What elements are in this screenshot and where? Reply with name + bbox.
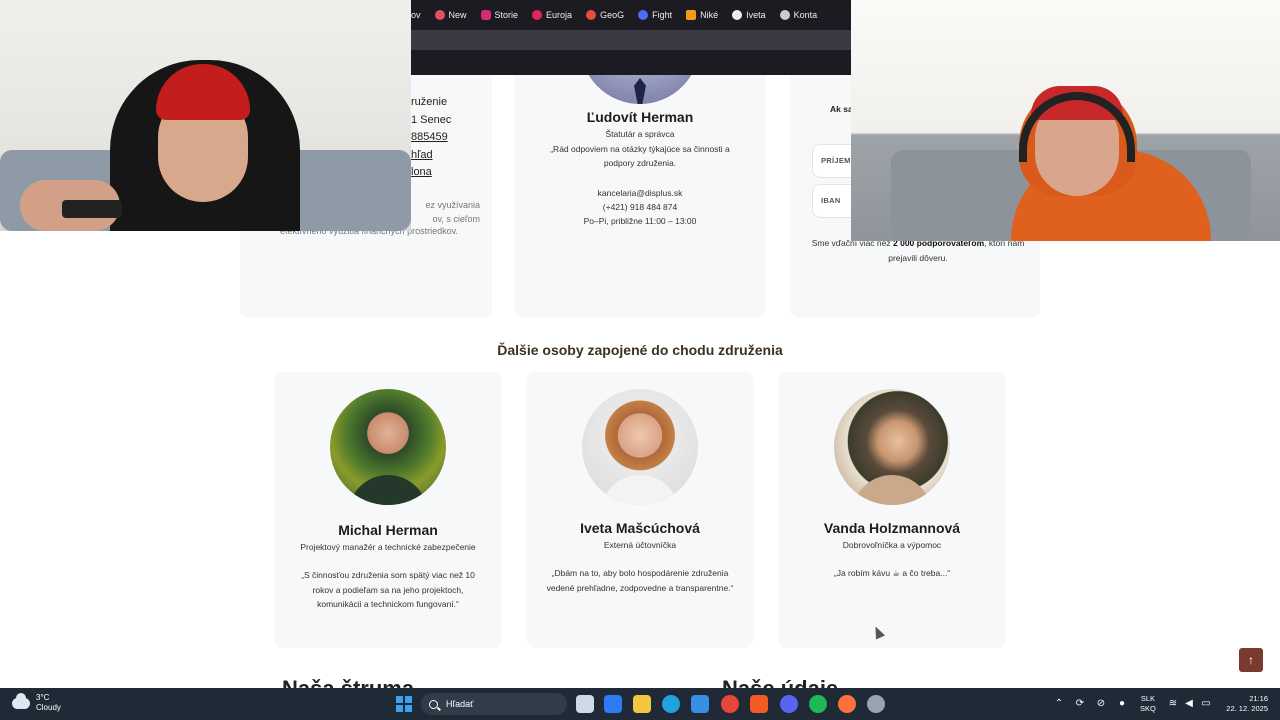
person-card: Vanda Holzmannová Dobrovoľníčka a výpomo… <box>778 372 1006 648</box>
task-view-icon[interactable] <box>576 695 594 713</box>
photos-icon[interactable] <box>691 695 709 713</box>
bookmark-icon <box>638 10 649 20</box>
bookmark-icon <box>779 10 790 20</box>
brave-icon[interactable] <box>750 695 768 713</box>
webcam-right <box>851 0 1280 241</box>
phone-link[interactable]: (+421) 918 484 874 <box>514 200 766 214</box>
network-off-icon[interactable]: ⊘ <box>1095 698 1107 710</box>
bookmark[interactable]: GeoG <box>586 10 624 20</box>
weather-desc: Cloudy <box>36 703 61 712</box>
browser-tab-strip <box>411 30 851 50</box>
bottom-heading: Naša štruma <box>282 676 414 688</box>
person-card: Michal Herman Projektový manažér a techn… <box>274 372 502 648</box>
bookmarks-bar: ov New Storie Euroja GeoG Fight Niké Ive… <box>411 0 851 30</box>
clock[interactable]: 21:16 22. 12. 2025 <box>1218 694 1268 714</box>
webcam-left <box>0 0 411 231</box>
bookmark-label: Euroja <box>546 10 573 20</box>
scroll-to-top-button[interactable]: ↑ <box>1239 648 1263 672</box>
bookmark-label: GeoG <box>600 10 625 20</box>
avatar <box>834 389 950 505</box>
section-title: Ďalšie osoby zapojené do chodu združenia <box>497 342 783 358</box>
person-role: Externá účtovníčka <box>603 540 677 550</box>
person-name: Michal Herman <box>338 522 438 538</box>
person-role: Projektový manažér a technické zabezpeče… <box>300 542 476 552</box>
search-icon <box>429 699 438 709</box>
google-icon <box>732 10 743 20</box>
bookmark[interactable]: Iveta <box>732 10 766 20</box>
chrome-icon[interactable] <box>721 695 739 713</box>
person-role: Dobrovoľníčka a výpomoc <box>842 540 942 550</box>
address-line: 1 Senec <box>411 113 452 126</box>
browser-address-strip <box>411 50 851 75</box>
weather-widget[interactable]: 3°C Cloudy <box>12 692 61 713</box>
bookmark[interactable]: Fight <box>638 10 672 20</box>
instagram-icon <box>480 10 491 20</box>
contact-link[interactable]: lona <box>411 164 451 182</box>
firefox-icon[interactable] <box>838 695 856 713</box>
address-lines: ruženie 1 Senec 885459 hľad lona <box>411 94 451 182</box>
statutory-name: Ľudovít Herman <box>586 109 694 125</box>
lang-bottom: SKQ <box>1140 704 1156 713</box>
person-quote: „S činnosťou združenia som spätý viac ne… <box>301 570 475 609</box>
lang-top: SLK <box>1140 694 1156 703</box>
bookmark[interactable]: ov <box>411 10 421 20</box>
discord-icon[interactable] <box>780 695 798 713</box>
spotify-icon[interactable] <box>809 695 827 713</box>
statutory-contact: kancelaria@displus.sk (+421) 918 484 874… <box>514 186 766 228</box>
bookmark[interactable]: Konta <box>779 10 818 20</box>
bookmark-label: New <box>448 10 467 20</box>
edge-icon[interactable] <box>662 695 680 713</box>
statutory-card: Ľudovít Herman Štatutár a správca „Rád o… <box>514 0 766 318</box>
bookmark-icon <box>434 10 445 20</box>
wifi-icon[interactable]: ≋ <box>1167 698 1179 710</box>
office-hours: Po–Pi, približne 11:00 – 13:00 <box>583 216 697 226</box>
email-link[interactable]: kancelaria@displus.sk <box>514 186 766 200</box>
person-quote: „Dbám na to, aby bolo hospodárenie združ… <box>546 568 734 593</box>
cloud-icon <box>12 692 30 709</box>
store-icon[interactable] <box>604 695 622 713</box>
clock-time: 21:16 <box>1249 694 1268 703</box>
battery-icon[interactable]: ▭ <box>1200 698 1212 710</box>
bookmark-label: Iveta <box>746 10 766 20</box>
person-card: Iveta Mašcúchová Externá účtovníčka „Dbá… <box>526 372 754 648</box>
person-name: Vanda Holzmannová <box>823 520 961 536</box>
bookmark-icon <box>686 10 697 20</box>
bookmark-label: ov <box>411 10 421 20</box>
statutory-role: Štatutár a správca <box>605 129 675 139</box>
bookmark-label: Konta <box>793 10 818 20</box>
person-name: Iveta Mašcúchová <box>580 520 700 536</box>
map-link[interactable]: hľad <box>411 147 451 165</box>
phone-link[interactable]: 885459 <box>411 129 451 147</box>
bookmark[interactable]: New <box>434 10 467 20</box>
bookmark-icon <box>532 10 543 20</box>
language-indicator[interactable]: SLK SKQ <box>1140 694 1156 714</box>
chevron-up-icon[interactable]: ⌃ <box>1053 698 1065 710</box>
address-line: ruženie <box>411 96 448 108</box>
bottom-heading: Naše údaje <box>722 676 838 688</box>
file-explorer-icon[interactable] <box>633 695 651 713</box>
statutory-quote: „Rád odpoviem na otázky týkajúce sa činn… <box>550 144 730 168</box>
search-placeholder: Hľadať <box>446 699 474 709</box>
clock-date: 22. 12. 2025 <box>1226 704 1268 713</box>
volume-icon[interactable]: ◀ <box>1183 698 1195 710</box>
support-heading: Ak sa <box>830 104 853 114</box>
avatar <box>330 389 446 505</box>
map-pin-icon <box>586 10 597 20</box>
bookmark[interactable]: Euroja <box>532 10 572 20</box>
weather-temp: 3°C <box>36 693 50 702</box>
settings-icon[interactable] <box>867 695 885 713</box>
bookmark-label: Fight <box>652 10 673 20</box>
sync-icon[interactable]: ⟳ <box>1074 698 1086 710</box>
microphone-icon[interactable]: ● <box>1116 698 1128 710</box>
browser-toolbar: ov New Storie Euroja GeoG Fight Niké Ive… <box>411 0 851 75</box>
bookmark-label: Niké <box>700 10 719 20</box>
taskbar-search[interactable]: Hľadať <box>421 693 567 715</box>
windows-start-icon[interactable] <box>396 696 412 712</box>
bookmark[interactable]: Niké <box>686 10 718 20</box>
bookmark[interactable]: Storie <box>480 10 519 20</box>
taskbar: 3°C Cloudy Hľadať ⌃ ⟳ ⊘ ● SLK SKQ ≋ ◀ ▭ … <box>0 688 1280 720</box>
bookmark-label: Storie <box>494 10 519 20</box>
person-quote: „Ja robím kávu ☕ a čo treba...“ <box>833 568 951 578</box>
avatar <box>582 389 698 505</box>
